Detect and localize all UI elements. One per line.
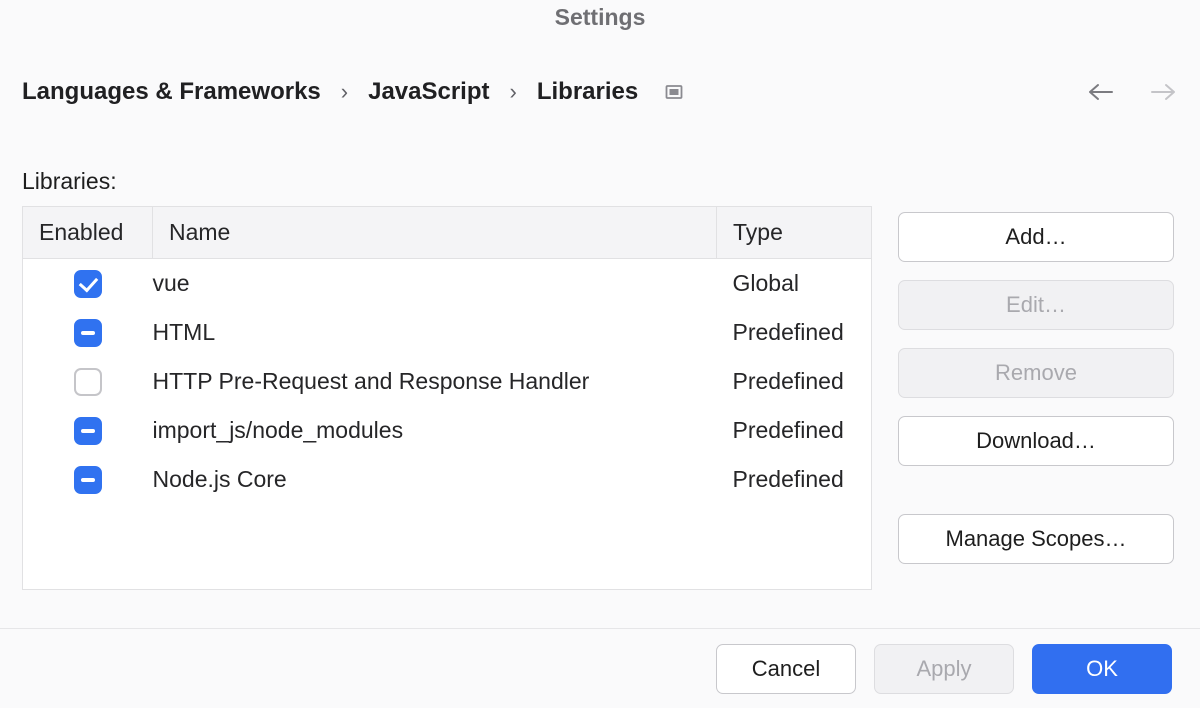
library-type: Global [717,259,872,308]
breadcrumb-separator: › [510,79,517,105]
window-title: Settings [0,4,1200,31]
nav-arrows [1086,82,1178,102]
edit-button[interactable]: Edit… [898,280,1174,330]
breadcrumb-item-libraries[interactable]: Libraries [537,78,638,106]
table-row[interactable]: HTML Predefined [23,308,872,357]
dialog-footer: Cancel Apply OK [0,628,1200,708]
col-header-type[interactable]: Type [717,207,872,259]
libraries-table: Enabled Name Type vue Global HTML Predef… [22,206,872,590]
settings-window: Settings Languages & Frameworks › JavaSc… [0,0,1200,708]
col-header-name[interactable]: Name [153,207,717,259]
main-row: Enabled Name Type vue Global HTML Predef… [22,206,1174,590]
enabled-checkbox[interactable] [74,270,102,298]
library-name: import_js/node_modules [153,406,717,455]
remove-button[interactable]: Remove [898,348,1174,398]
table-row[interactable]: vue Global [23,259,872,308]
breadcrumb-item-javascript[interactable]: JavaScript [368,78,489,106]
library-type: Predefined [717,357,872,406]
table-header-row: Enabled Name Type [23,207,872,259]
manage-scopes-button[interactable]: Manage Scopes… [898,514,1174,564]
library-name: Node.js Core [153,455,717,589]
library-name: vue [153,259,717,308]
table-row[interactable]: Node.js Core Predefined [23,455,872,589]
breadcrumb-item-languages-frameworks[interactable]: Languages & Frameworks [22,78,321,106]
library-name: HTML [153,308,717,357]
enabled-checkbox[interactable] [74,319,102,347]
download-button[interactable]: Download… [898,416,1174,466]
apply-button[interactable]: Apply [874,644,1014,694]
breadcrumb-separator: › [341,79,348,105]
library-type: Predefined [717,455,872,589]
view-mode-icon[interactable] [664,82,684,102]
ok-button[interactable]: OK [1032,644,1172,694]
libraries-label: Libraries: [22,168,117,195]
library-name: HTTP Pre-Request and Response Handler [153,357,717,406]
breadcrumb-row: Languages & Frameworks › JavaScript › Li… [22,78,1178,106]
nav-forward-icon[interactable] [1150,82,1178,102]
col-header-enabled[interactable]: Enabled [23,207,153,259]
library-type: Predefined [717,406,872,455]
nav-back-icon[interactable] [1086,82,1114,102]
enabled-checkbox[interactable] [74,368,102,396]
side-buttons: Add… Edit… Remove Download… Manage Scope… [898,212,1174,564]
add-button[interactable]: Add… [898,212,1174,262]
table-row[interactable]: HTTP Pre-Request and Response Handler Pr… [23,357,872,406]
library-type: Predefined [717,308,872,357]
table-row[interactable]: import_js/node_modules Predefined [23,406,872,455]
button-gap [898,484,1174,496]
breadcrumb: Languages & Frameworks › JavaScript › Li… [22,78,684,106]
enabled-checkbox[interactable] [74,466,102,494]
enabled-checkbox[interactable] [74,417,102,445]
cancel-button[interactable]: Cancel [716,644,856,694]
